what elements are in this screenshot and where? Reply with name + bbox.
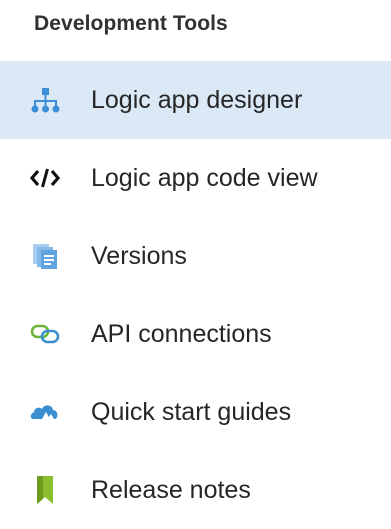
menu-item-label: Quick start guides (91, 397, 292, 426)
menu-item-release-notes[interactable]: Release notes (0, 451, 391, 529)
section-title: Development Tools (34, 12, 228, 35)
menu-item-label: Logic app code view (91, 163, 318, 192)
code-view-icon (28, 161, 62, 195)
quick-start-icon (28, 395, 62, 429)
menu-item-quick-start-guides[interactable]: Quick start guides (0, 373, 391, 451)
menu-item-label: Logic app designer (91, 85, 303, 114)
api-connections-icon (28, 317, 62, 351)
versions-icon (28, 239, 62, 273)
menu-item-label: Release notes (91, 475, 251, 504)
menu-item-label: Versions (91, 241, 187, 270)
menu-item-label: API connections (91, 319, 272, 348)
menu-item-logic-app-code-view[interactable]: Logic app code view (0, 139, 391, 217)
release-notes-icon (28, 473, 62, 507)
menu-item-logic-app-designer[interactable]: Logic app designer (0, 61, 391, 139)
logic-app-designer-icon (28, 83, 62, 117)
development-tools-menu: Logic app designer Logic app code view V… (0, 61, 391, 529)
menu-item-versions[interactable]: Versions (0, 217, 391, 295)
menu-item-api-connections[interactable]: API connections (0, 295, 391, 373)
